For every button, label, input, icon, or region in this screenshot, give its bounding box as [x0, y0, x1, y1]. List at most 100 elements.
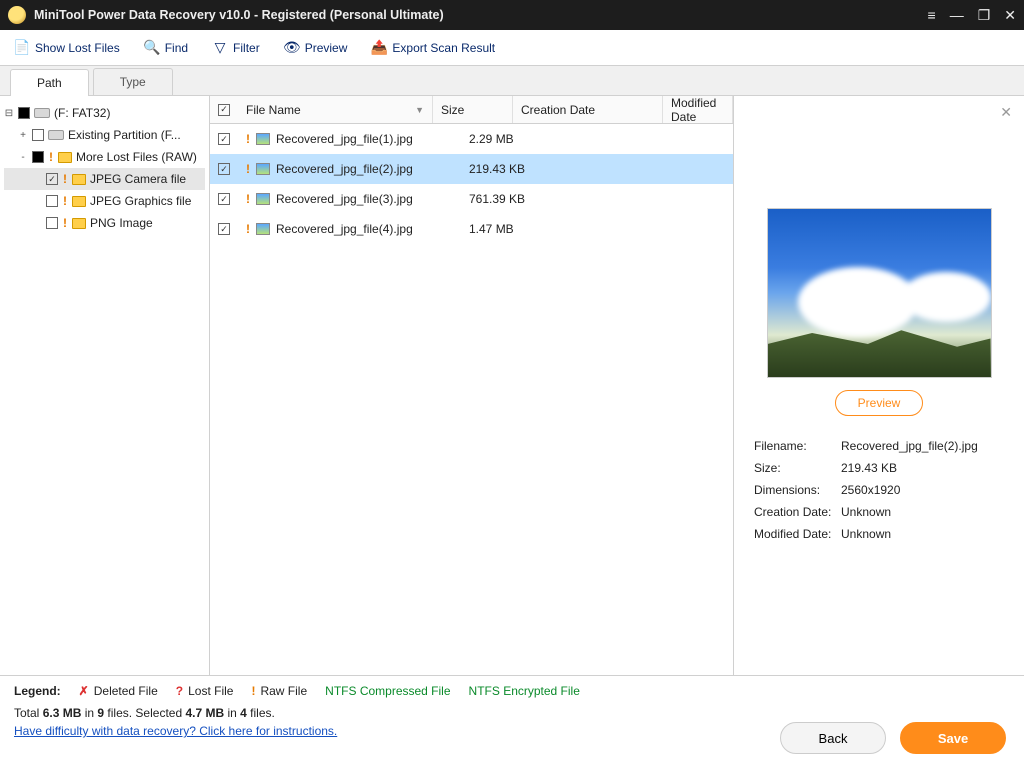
column-filename[interactable]: File Name ▼	[238, 96, 433, 123]
column-filename-label: File Name	[246, 103, 301, 117]
menu-icon[interactable]: ≡	[928, 8, 936, 22]
export-button[interactable]: 📤 Export Scan Result	[371, 40, 495, 56]
partition-icon	[48, 130, 64, 140]
tree-subitem[interactable]: ! JPEG Camera file	[4, 168, 205, 190]
meta-value: Unknown	[839, 502, 1006, 522]
app-icon	[8, 6, 26, 24]
checkbox[interactable]	[46, 217, 58, 229]
list-icon: 📄	[14, 40, 30, 56]
legend-label: Legend:	[14, 684, 61, 698]
legend-text: Raw File	[260, 684, 307, 698]
checkbox[interactable]	[46, 173, 58, 185]
tree-item-label: Existing Partition (F...	[68, 128, 181, 142]
tree-item[interactable]: - ! More Lost Files (RAW)	[4, 146, 205, 168]
preview-image	[767, 208, 992, 378]
tree-subitem[interactable]: ! JPEG Graphics file	[4, 190, 205, 212]
checkbox[interactable]	[218, 163, 230, 175]
checkbox[interactable]	[46, 195, 58, 207]
warning-icon: !	[62, 216, 68, 230]
sort-desc-icon: ▼	[415, 105, 424, 115]
file-row[interactable]: !Recovered_jpg_file(1).jpg2.29 MB	[210, 124, 733, 154]
column-creation-date[interactable]: Creation Date	[513, 96, 663, 123]
collapse-icon[interactable]: -	[18, 152, 28, 163]
file-list-header: File Name ▼ Size Creation Date Modified D…	[210, 96, 733, 124]
select-all-column[interactable]	[210, 96, 238, 123]
back-button[interactable]: Back	[780, 722, 886, 754]
warning-icon: !	[62, 194, 68, 208]
meta-label: Modified Date:	[752, 524, 837, 544]
checkbox[interactable]	[218, 104, 230, 116]
help-link[interactable]: Have difficulty with data recovery? Clic…	[14, 724, 337, 738]
meta-label: Creation Date:	[752, 502, 837, 522]
preview-button[interactable]: 👁 Preview	[284, 40, 348, 56]
tree-item[interactable]: + Existing Partition (F...	[4, 124, 205, 146]
legend-ntfs-encrypted: NTFS Encrypted File	[469, 684, 580, 698]
search-icon: 🔍	[144, 40, 160, 56]
export-label: Export Scan Result	[392, 41, 495, 55]
tree-root[interactable]: ⊟ (F: FAT32)	[4, 102, 205, 124]
eye-icon: 👁	[284, 40, 300, 56]
column-modified-date[interactable]: Modified Date	[663, 96, 733, 123]
file-size: 219.43 KB	[461, 162, 541, 176]
window-title: MiniTool Power Data Recovery v10.0 - Reg…	[34, 8, 928, 22]
save-button[interactable]: Save	[900, 722, 1006, 754]
checkbox[interactable]	[32, 151, 44, 163]
preview-pane: ✕ Preview Filename:Recovered_jpg_file(2)…	[734, 96, 1024, 675]
checkbox[interactable]	[18, 107, 30, 119]
file-name: Recovered_jpg_file(2).jpg	[276, 162, 413, 176]
status-text: in	[224, 706, 240, 720]
checkbox[interactable]	[32, 129, 44, 141]
folder-icon	[72, 174, 86, 185]
collapse-icon[interactable]: ⊟	[4, 108, 14, 119]
folder-icon	[72, 218, 86, 229]
file-row[interactable]: !Recovered_jpg_file(4).jpg1.47 MB	[210, 214, 733, 244]
column-size[interactable]: Size	[433, 96, 513, 123]
filter-button[interactable]: ▽ Filter	[212, 40, 260, 56]
raw-file-icon: !	[246, 132, 250, 146]
view-tabs: Path Type	[0, 66, 1024, 96]
file-name: Recovered_jpg_file(1).jpg	[276, 132, 413, 146]
file-list-body: !Recovered_jpg_file(1).jpg2.29 MB!Recove…	[210, 124, 733, 244]
legend-deleted: ✗Deleted File	[79, 684, 158, 698]
question-icon: ?	[176, 684, 183, 698]
tab-path[interactable]: Path	[10, 69, 89, 96]
checkbox[interactable]	[218, 133, 230, 145]
checkbox[interactable]	[218, 193, 230, 205]
expand-icon[interactable]: +	[18, 130, 28, 141]
file-size: 761.39 KB	[461, 192, 541, 206]
exclaim-icon: !	[251, 684, 255, 698]
folder-icon	[72, 196, 86, 207]
minimize-icon[interactable]: —	[950, 8, 964, 22]
preview-enlarge-button[interactable]: Preview	[835, 390, 924, 416]
status-line: Total 6.3 MB in 9 files. Selected 4.7 MB…	[0, 700, 1024, 724]
checkbox[interactable]	[218, 223, 230, 235]
title-bar: MiniTool Power Data Recovery v10.0 - Reg…	[0, 0, 1024, 30]
file-row[interactable]: ! Recovered_jpg_file(2).jpg 219.43 KB	[210, 154, 733, 184]
export-icon: 📤	[371, 40, 387, 56]
image-icon	[256, 193, 270, 205]
file-row[interactable]: !Recovered_jpg_file(3).jpg761.39 KB	[210, 184, 733, 214]
tree-pane: ⊟ (F: FAT32) + Existing Partition (F... …	[0, 96, 210, 675]
maximize-icon[interactable]: ❐	[978, 8, 991, 22]
show-lost-files-button[interactable]: 📄 Show Lost Files	[14, 40, 120, 56]
meta-value: Recovered_jpg_file(2).jpg	[839, 436, 1006, 456]
status-selected-count: 4	[240, 706, 247, 720]
tree-subitem-label: JPEG Graphics file	[90, 194, 191, 208]
find-label: Find	[165, 41, 188, 55]
status-total-size: 6.3 MB	[43, 706, 82, 720]
tree-root-label: (F: FAT32)	[54, 106, 110, 120]
warning-icon: !	[62, 172, 68, 186]
file-size: 1.47 MB	[461, 222, 541, 236]
legend-text: Lost File	[188, 684, 233, 698]
meta-value: 219.43 KB	[839, 458, 1006, 478]
x-icon: ✗	[79, 684, 89, 698]
raw-file-icon: !	[246, 162, 250, 176]
meta-value: Unknown	[839, 524, 1006, 544]
close-preview-icon[interactable]: ✕	[1000, 104, 1012, 121]
find-button[interactable]: 🔍 Find	[144, 40, 188, 56]
close-icon[interactable]: ✕	[1004, 8, 1016, 22]
tree-subitem[interactable]: ! PNG Image	[4, 212, 205, 234]
tab-type[interactable]: Type	[93, 68, 173, 95]
image-icon	[256, 163, 270, 175]
meta-label: Filename:	[752, 436, 837, 456]
